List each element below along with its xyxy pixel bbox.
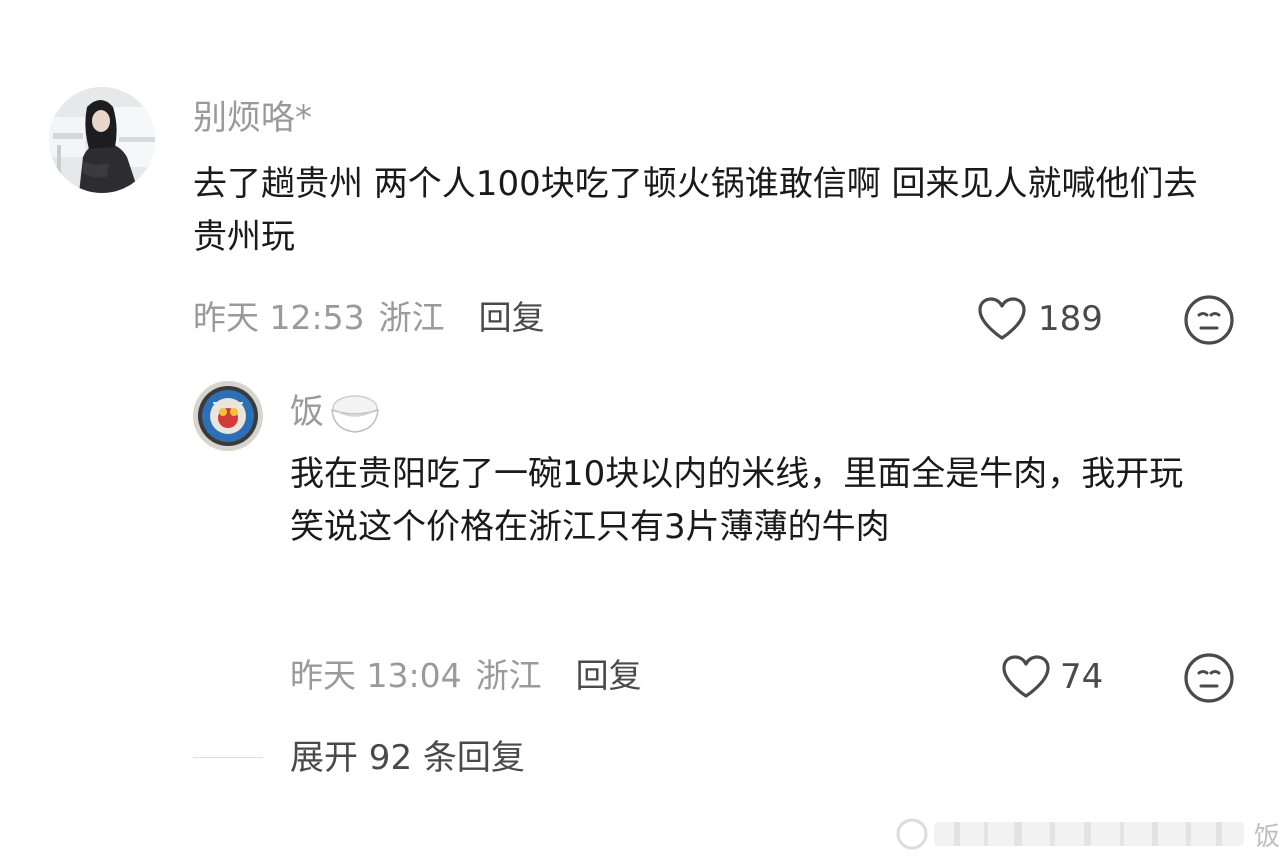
like-count: 189 bbox=[1038, 299, 1103, 339]
react-button[interactable] bbox=[1183, 652, 1235, 704]
neutral-face-icon bbox=[1184, 653, 1234, 703]
heart-icon bbox=[978, 297, 1026, 340]
reply-button[interactable]: 回复 bbox=[576, 656, 642, 696]
reply-button[interactable]: 回复 bbox=[479, 298, 545, 338]
comment-meta: 昨天 12:53 浙江 回复 bbox=[193, 298, 545, 338]
reply-meta: 昨天 13:04 浙江 回复 bbox=[290, 656, 642, 696]
expand-replies-button[interactable]: 展开 92 条回复 bbox=[290, 738, 525, 778]
rice-bowl-icon bbox=[328, 390, 382, 434]
neutral-face-icon bbox=[1184, 295, 1234, 345]
like-button[interactable]: 74 bbox=[1000, 654, 1110, 700]
heart-icon bbox=[1002, 655, 1050, 698]
watermark: 饭 bbox=[872, 812, 1280, 856]
avatar[interactable] bbox=[49, 87, 155, 193]
avatar[interactable] bbox=[193, 381, 263, 451]
reply-location: 浙江 bbox=[475, 656, 542, 695]
avatar-girl-photo-icon bbox=[49, 87, 155, 193]
reply-time: 昨天 13:04 bbox=[290, 656, 462, 695]
reply-text: 我在贵阳吃了一碗10块以内的米线，里面全是牛肉，我开玩笑说这个价格在浙江只有3片… bbox=[290, 454, 1184, 547]
comment-time: 昨天 12:53 bbox=[193, 298, 365, 337]
reply-item: 饭 我在贵阳吃了一碗10块以内的米线，里面全是牛肉，我开玩笑说这个价格在浙江只有… bbox=[0, 360, 1284, 730]
username[interactable]: 饭 bbox=[290, 392, 324, 432]
avatar-manhole-cover-icon bbox=[193, 381, 263, 451]
comment-location: 浙江 bbox=[378, 298, 445, 337]
like-count: 74 bbox=[1060, 657, 1104, 697]
username[interactable]: 别烦咯* bbox=[193, 98, 312, 138]
comment-item: 别烦咯* 去了趟贵州 两个人100块吃了顿火锅谁敢信啊 回来见人就喊他们去贵州玩… bbox=[0, 0, 1284, 360]
expand-divider bbox=[193, 757, 263, 758]
username-row: 饭 bbox=[290, 390, 382, 434]
watermark-text: 饭 bbox=[1253, 821, 1280, 852]
comment-text: 去了趟贵州 两个人100块吃了顿火锅谁敢信啊 回来见人就喊他们去贵州玩 bbox=[193, 164, 1198, 257]
react-button[interactable] bbox=[1183, 294, 1235, 346]
like-button[interactable]: 189 bbox=[976, 296, 1106, 342]
watermark-stripes-icon bbox=[896, 818, 1244, 850]
